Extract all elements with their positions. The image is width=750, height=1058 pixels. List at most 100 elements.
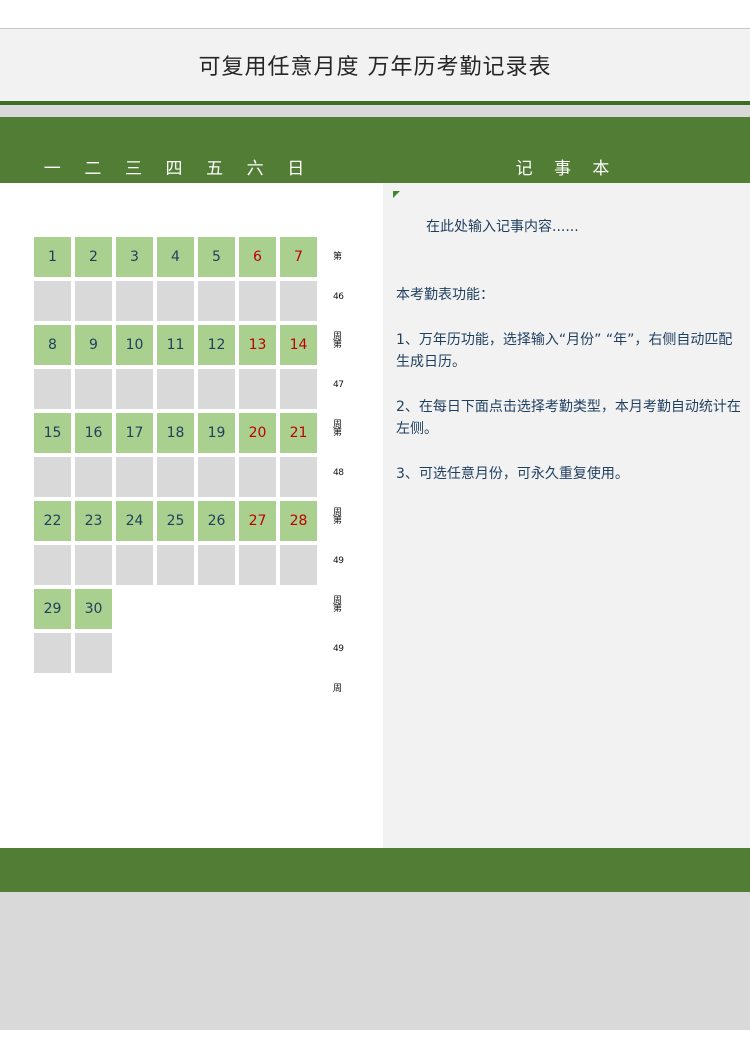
day-cell[interactable]: 30	[75, 589, 112, 629]
weekend-day-cell[interactable]: 21	[280, 413, 317, 453]
weekend-day-cell[interactable]: 13	[239, 325, 276, 365]
day-cell[interactable]: 17	[116, 413, 153, 453]
week-number-label: 第47周	[333, 340, 344, 430]
attendance-select[interactable]	[198, 545, 235, 585]
date-row: 8 9 10 11 12 13 14	[34, 325, 317, 365]
footer-area	[0, 892, 750, 1030]
attendance-select[interactable]	[75, 545, 112, 585]
date-row: 22 23 24 25 26 27 28	[34, 501, 317, 541]
attendance-select[interactable]	[239, 281, 276, 321]
attendance-select[interactable]	[75, 633, 112, 673]
attendance-select[interactable]	[198, 369, 235, 409]
attendance-select[interactable]	[34, 545, 71, 585]
calendar-week: 8 9 10 11 12 13 14 第47周	[34, 325, 344, 430]
day-cell[interactable]: 19	[198, 413, 235, 453]
feature-item: 2、在每日下面点击选择考勤类型，本月考勤自动统计在左侧。	[396, 399, 741, 437]
attendance-select[interactable]	[157, 457, 194, 497]
empty-cell	[116, 589, 153, 629]
notes-placeholder: 在此处输入记事内容......	[426, 219, 579, 235]
day-cell[interactable]: 12	[198, 325, 235, 365]
attendance-select[interactable]	[239, 369, 276, 409]
attendance-row	[34, 369, 317, 409]
weekday-thu: 四	[165, 159, 183, 179]
empty-cell	[239, 589, 276, 629]
attendance-select[interactable]	[34, 281, 71, 321]
day-cell[interactable]: 25	[157, 501, 194, 541]
date-row: 15 16 17 18 19 20 21	[34, 413, 317, 453]
week-number-label: 第48周	[333, 428, 344, 518]
weekend-day-cell[interactable]: 28	[280, 501, 317, 541]
attendance-select[interactable]	[280, 281, 317, 321]
day-cell[interactable]: 10	[116, 325, 153, 365]
day-cell[interactable]: 22	[34, 501, 71, 541]
attendance-row	[34, 457, 317, 497]
weekend-day-cell[interactable]: 27	[239, 501, 276, 541]
attendance-select[interactable]	[239, 457, 276, 497]
calendar-week: 1 2 3 4 5 6 7 第46周	[34, 237, 344, 342]
attendance-row	[34, 633, 317, 673]
weekday-sat: 六	[246, 159, 264, 179]
attendance-row	[34, 545, 317, 585]
attendance-select[interactable]	[157, 545, 194, 585]
attendance-select[interactable]	[116, 369, 153, 409]
notes-content[interactable]: 在此处输入记事内容...... 本考勤表功能： 1、万年历功能，选择输入“月份”…	[396, 216, 741, 485]
day-cell[interactable]: 8	[34, 325, 71, 365]
attendance-select[interactable]	[34, 457, 71, 497]
weekday-header: 一 二 三 四 五 六 日	[34, 156, 314, 182]
calendar-week: 22 23 24 25 26 27 28 第49周	[34, 501, 344, 606]
attendance-select[interactable]	[280, 369, 317, 409]
calendar-week: 15 16 17 18 19 20 21 第48周	[34, 413, 344, 518]
day-cell[interactable]: 9	[75, 325, 112, 365]
week-number-label: 第49周	[333, 516, 344, 606]
attendance-select[interactable]	[116, 457, 153, 497]
day-cell[interactable]: 11	[157, 325, 194, 365]
date-row: 1 2 3 4 5 6 7	[34, 237, 317, 277]
attendance-select[interactable]	[280, 457, 317, 497]
week-number-label: 第46周	[333, 252, 344, 342]
date-row: 29 30	[34, 589, 317, 629]
attendance-select[interactable]	[198, 457, 235, 497]
day-cell[interactable]: 16	[75, 413, 112, 453]
day-cell[interactable]: 26	[198, 501, 235, 541]
day-cell[interactable]: 5	[198, 237, 235, 277]
attendance-select[interactable]	[157, 369, 194, 409]
features-heading: 本考勤表功能：	[396, 287, 494, 303]
attendance-select[interactable]	[116, 545, 153, 585]
feature-item: 1、万年历功能，选择输入“月份” “年”，右侧自动匹配生成日历。	[396, 332, 733, 370]
attendance-select[interactable]	[198, 281, 235, 321]
week-number-label: 第49周	[333, 604, 344, 694]
attendance-select[interactable]	[34, 633, 71, 673]
attendance-row	[34, 281, 317, 321]
weekend-day-cell[interactable]: 6	[239, 237, 276, 277]
empty-cell	[198, 589, 235, 629]
attendance-select[interactable]	[239, 545, 276, 585]
day-cell[interactable]: 1	[34, 237, 71, 277]
weekend-day-cell[interactable]: 20	[239, 413, 276, 453]
calendar-week: 29 30 第49周	[34, 589, 344, 694]
day-cell[interactable]: 4	[157, 237, 194, 277]
weekend-day-cell[interactable]: 14	[280, 325, 317, 365]
empty-cell	[157, 589, 194, 629]
day-cell[interactable]: 29	[34, 589, 71, 629]
calendar-grid: 1 2 3 4 5 6 7 第46周 8 9 10 11 12 13 14 第4…	[34, 237, 344, 694]
attendance-select[interactable]	[75, 457, 112, 497]
notes-title: 记 事 本	[515, 159, 618, 179]
attendance-select[interactable]	[75, 369, 112, 409]
weekend-day-cell[interactable]: 7	[280, 237, 317, 277]
weekday-tue: 二	[84, 159, 102, 179]
attendance-select[interactable]	[157, 281, 194, 321]
cell-comment-marker	[393, 191, 400, 198]
day-cell[interactable]: 18	[157, 413, 194, 453]
day-cell[interactable]: 15	[34, 413, 71, 453]
title-divider	[0, 105, 750, 117]
title-band: 可复用任意月度 万年历考勤记录表	[0, 29, 750, 101]
feature-item: 3、可选任意月份，可永久重复使用。	[396, 466, 629, 482]
attendance-select[interactable]	[116, 281, 153, 321]
day-cell[interactable]: 3	[116, 237, 153, 277]
day-cell[interactable]: 2	[75, 237, 112, 277]
attendance-select[interactable]	[34, 369, 71, 409]
attendance-select[interactable]	[75, 281, 112, 321]
day-cell[interactable]: 23	[75, 501, 112, 541]
attendance-select[interactable]	[280, 545, 317, 585]
day-cell[interactable]: 24	[116, 501, 153, 541]
